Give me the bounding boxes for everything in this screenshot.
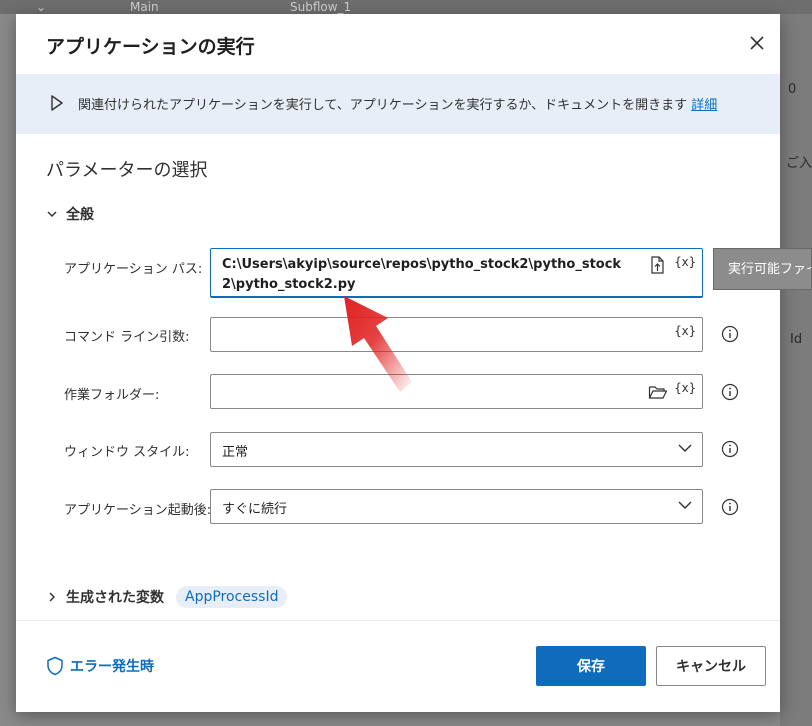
variable-picker-button[interactable]: {x} <box>674 255 696 269</box>
work-folder-input[interactable]: {x} <box>210 374 703 409</box>
window-style-label: ウィンドウ スタイル: <box>64 445 190 460</box>
folder-icon[interactable] <box>648 382 668 402</box>
bg-fragment: ご入 <box>786 156 812 171</box>
bg-tab-subflow: Subflow_1 <box>290 0 352 14</box>
app-path-label: アプリケーション パス: <box>64 262 203 277</box>
group-general-label: 全般 <box>66 207 94 223</box>
on-error-label: エラー発生時 <box>70 659 154 675</box>
variable-picker-button[interactable]: {x} <box>674 324 696 338</box>
window-style-dropdown[interactable]: 正常 <box>210 432 703 467</box>
file-upload-icon[interactable] <box>648 255 668 275</box>
bg-fragment: 0 <box>788 82 797 97</box>
section-title: パラメーターの選択 <box>46 160 208 181</box>
info-icon[interactable] <box>721 440 739 458</box>
bg-chevron-icon: ⌄ <box>36 0 47 14</box>
details-link[interactable]: 詳細 <box>691 98 717 113</box>
window-style-value: 正常 <box>222 445 249 460</box>
cancel-button[interactable]: キャンセル <box>656 646 766 686</box>
background-app-right-panel: 0 ご入 Id <box>780 14 812 726</box>
generated-vars-label: 生成された変数 <box>66 590 164 606</box>
variable-picker-button[interactable]: {x} <box>674 381 696 395</box>
info-description: 関連付けられたアプリケーションを実行して、アプリケーションを実行するか、ドキュメ… <box>78 94 717 113</box>
after-launch-label: アプリケーション起動後: <box>64 503 212 518</box>
chevron-down-icon <box>678 501 692 509</box>
save-button[interactable]: 保存 <box>536 646 646 686</box>
info-text: 関連付けられたアプリケーションを実行して、アプリケーションを実行するか、ドキュメ… <box>78 98 688 113</box>
cmd-args-label: コマンド ライン引数: <box>64 330 190 345</box>
after-launch-dropdown[interactable]: すぐに続行 <box>210 489 703 524</box>
on-error-link[interactable]: エラー発生時 <box>46 656 154 676</box>
chevron-right-icon <box>49 592 55 602</box>
close-button[interactable] <box>744 30 770 56</box>
group-general-toggle[interactable]: 全般 <box>46 204 94 224</box>
app-path-input[interactable]: C:\Users\akyip\source\repos\pytho_stock2… <box>210 248 703 298</box>
background-app-tabbar: ⌄ Main Subflow_1 <box>0 0 812 14</box>
play-icon <box>51 95 63 111</box>
cmd-args-input[interactable]: {x} <box>210 317 703 352</box>
info-icon[interactable] <box>721 498 739 516</box>
dialog-title: アプリケーションの実行 <box>46 36 255 58</box>
chevron-down-icon <box>47 211 57 217</box>
bg-fragment: Id <box>790 332 803 347</box>
after-launch-value: すぐに続行 <box>222 502 288 517</box>
generated-vars-toggle[interactable]: 生成された変数 AppProcessId <box>46 586 288 608</box>
shield-icon <box>47 656 63 676</box>
chevron-down-icon <box>678 444 692 452</box>
app-path-value: C:\Users\akyip\source\repos\pytho_stock2… <box>222 257 622 292</box>
tooltip: 実行可能ファイ <box>713 248 812 290</box>
info-icon[interactable] <box>721 325 739 343</box>
close-icon <box>750 36 764 50</box>
variable-chip[interactable]: AppProcessId <box>176 586 288 608</box>
run-application-dialog: アプリケーションの実行 関連付けられたアプリケーションを実行して、アプリケーショ… <box>16 14 780 712</box>
bg-tab-main: Main <box>130 0 159 14</box>
footer-divider <box>16 620 780 621</box>
info-bar: 関連付けられたアプリケーションを実行して、アプリケーションを実行するか、ドキュメ… <box>16 74 780 134</box>
info-icon[interactable] <box>721 383 739 401</box>
work-folder-label: 作業フォルダー: <box>64 388 160 403</box>
